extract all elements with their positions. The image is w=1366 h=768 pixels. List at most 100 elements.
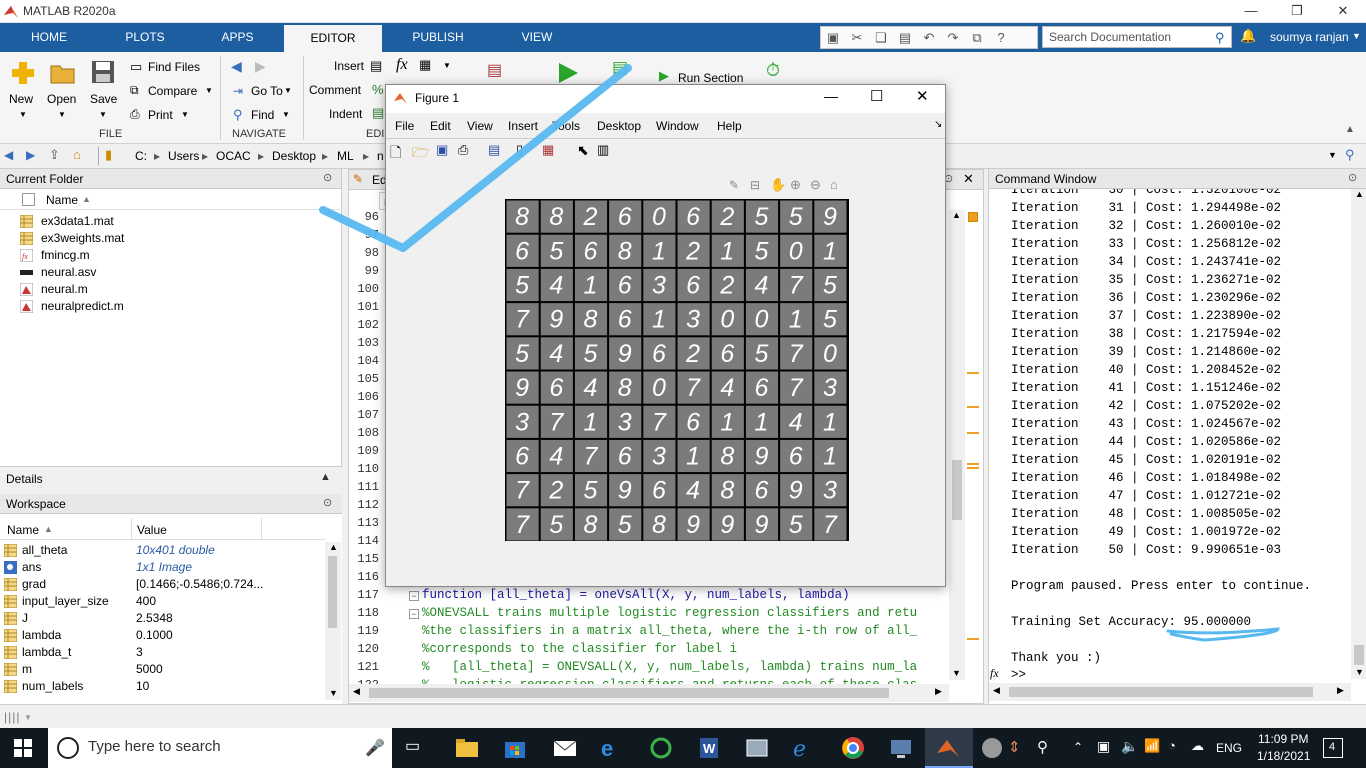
crumb-ocac[interactable]: OCAC bbox=[216, 149, 251, 163]
expand-details-icon[interactable]: ▲ bbox=[320, 471, 331, 483]
name-column-header[interactable]: Name bbox=[46, 193, 78, 207]
scroll-left-icon[interactable]: ◀ bbox=[353, 686, 360, 697]
battery-icon[interactable]: ▣ bbox=[1097, 738, 1110, 755]
onedrive-icon[interactable]: ☁ bbox=[1191, 738, 1204, 754]
save-icon[interactable]: ▣ bbox=[821, 27, 845, 48]
paste-icon[interactable]: ▤ bbox=[893, 27, 917, 48]
editor-h-scrollbar[interactable]: ◀ ▶ bbox=[349, 684, 949, 702]
print-figure-icon[interactable]: ⎙ bbox=[458, 142, 468, 158]
scroll-right-icon[interactable]: ▶ bbox=[1337, 685, 1344, 696]
open-file-icon[interactable]: 🗁 bbox=[412, 142, 429, 166]
function-browser-icon[interactable]: fx bbox=[990, 666, 999, 681]
details-panel[interactable]: Details ▲ bbox=[0, 466, 342, 494]
dock-figure-icon[interactable]: ↘ bbox=[934, 119, 942, 130]
scroll-thumb[interactable] bbox=[952, 460, 962, 520]
print-button[interactable]: Print bbox=[148, 108, 173, 122]
go-to-button[interactable]: Go To bbox=[251, 84, 283, 98]
warning-marker[interactable] bbox=[967, 638, 979, 640]
save-dropdown-icon[interactable]: ▼ bbox=[99, 110, 107, 119]
notification-bell-icon[interactable]: 🔔 bbox=[1240, 28, 1256, 44]
figure-menu-desktop[interactable]: Desktop bbox=[597, 119, 641, 133]
warning-marker[interactable] bbox=[967, 467, 979, 469]
insert-function-icon[interactable]: ▦ bbox=[419, 57, 431, 73]
clock-date[interactable]: 1/18/2021 bbox=[1257, 749, 1310, 763]
network-icon[interactable]: 📶 bbox=[1144, 738, 1160, 754]
search-icon[interactable]: ⚲ bbox=[1215, 30, 1225, 46]
figure-menu-file[interactable]: File bbox=[395, 119, 414, 133]
tab-view[interactable]: VIEW bbox=[510, 23, 564, 52]
chrome-icon[interactable] bbox=[841, 736, 865, 760]
address-dropdown-icon[interactable]: ▼ bbox=[1328, 150, 1337, 160]
tab-publish[interactable]: PUBLISH bbox=[405, 23, 471, 52]
restore-button[interactable]: ❐ bbox=[1274, 0, 1320, 23]
code-fold-icon[interactable]: − bbox=[409, 609, 419, 619]
scroll-up-icon[interactable]: ▲ bbox=[329, 542, 338, 552]
zoom-out-icon[interactable]: ⊖ bbox=[810, 177, 821, 193]
figure-window[interactable]: Figure 1 — ☐ ✕ File Edit View Insert Too… bbox=[385, 84, 946, 587]
open-button[interactable]: Open bbox=[47, 92, 76, 106]
comment-button[interactable]: Comment bbox=[309, 83, 361, 97]
comment-icon[interactable]: % bbox=[372, 82, 384, 97]
clock-time[interactable]: 11:09 PM bbox=[1258, 732, 1308, 746]
matlab-taskbar-button[interactable] bbox=[925, 728, 973, 768]
windows-start-icon[interactable] bbox=[14, 739, 32, 757]
search-folder-icon[interactable]: ⚲ bbox=[1345, 147, 1355, 163]
scroll-down-icon[interactable]: ▼ bbox=[329, 688, 338, 698]
figure-menu-edit[interactable]: Edit bbox=[430, 119, 451, 133]
crumb-n[interactable]: n bbox=[377, 149, 384, 163]
scroll-left-icon[interactable]: ◀ bbox=[993, 685, 1000, 696]
scroll-up-icon[interactable]: ▲ bbox=[1355, 189, 1364, 199]
find-dropdown-icon[interactable]: ▼ bbox=[282, 110, 290, 119]
word-icon[interactable]: W bbox=[697, 736, 721, 760]
photos-app-icon[interactable] bbox=[745, 736, 769, 760]
people-icon[interactable]: ⚲ bbox=[1037, 738, 1048, 756]
crumb-users[interactable]: Users bbox=[168, 149, 199, 163]
value-column-header[interactable]: Value bbox=[137, 523, 167, 537]
switch-windows-icon[interactable]: ⧉ bbox=[965, 27, 989, 48]
insert-legend-icon[interactable]: ▦ bbox=[542, 142, 554, 158]
browse-folder-icon[interactable]: ⌂ bbox=[73, 147, 81, 162]
forward-arrow-icon[interactable]: ▶ bbox=[255, 58, 266, 75]
find-files-button[interactable]: Find Files bbox=[148, 60, 200, 74]
new-figure-icon[interactable]: 🗋 bbox=[390, 142, 401, 166]
compare-button[interactable]: Compare bbox=[148, 84, 197, 98]
command-scrollbar[interactable]: ▲ ▼ bbox=[1351, 189, 1366, 679]
file-explorer-icon[interactable] bbox=[455, 736, 479, 760]
indent-button[interactable]: Indent bbox=[329, 107, 362, 121]
taskbar-search-box[interactable]: Type here to search bbox=[48, 728, 392, 768]
back-arrow-icon[interactable]: ◀ bbox=[231, 58, 242, 75]
panel-options-icon[interactable]: ⊙ bbox=[323, 171, 332, 184]
microsoft-store-icon[interactable] bbox=[503, 736, 527, 760]
insert-section-icon[interactable]: ▤ bbox=[370, 58, 382, 74]
warning-marker[interactable] bbox=[967, 372, 979, 374]
figure-menu-view[interactable]: View bbox=[467, 119, 493, 133]
tab-plots[interactable]: PLOTS bbox=[115, 23, 175, 52]
crumb-ml[interactable]: ML bbox=[337, 149, 354, 163]
collapse-ribbon-icon[interactable]: ▲ bbox=[1345, 124, 1355, 135]
insert-dropdown-icon[interactable]: ▼ bbox=[443, 61, 451, 70]
minimize-button[interactable]: — bbox=[1228, 0, 1274, 23]
crumb-c[interactable]: C: bbox=[135, 149, 147, 163]
input-language[interactable]: ENG bbox=[1216, 741, 1242, 755]
copy-icon[interactable]: ❏ bbox=[869, 27, 893, 48]
volume-muted-icon[interactable]: 🔈 bbox=[1121, 738, 1138, 755]
figure-menu-insert[interactable]: Insert bbox=[508, 119, 538, 133]
workspace-variable-row[interactable]: lambda 0.1000 bbox=[0, 627, 325, 644]
scroll-thumb[interactable] bbox=[328, 556, 337, 628]
figure-menu-tools[interactable]: Tools bbox=[552, 119, 580, 133]
workspace-variable-row[interactable]: J 2.5348 bbox=[0, 610, 325, 627]
user-account-menu[interactable]: soumya ranjan bbox=[1270, 30, 1349, 44]
wifi-icon[interactable]: ◔ bbox=[1168, 738, 1176, 753]
property-inspector-icon[interactable]: ▥ bbox=[597, 142, 609, 158]
insert-button[interactable]: Insert bbox=[334, 59, 364, 73]
breakpoints-icon[interactable]: ▤ bbox=[487, 60, 502, 80]
indent-icon[interactable]: ▤ bbox=[372, 105, 384, 121]
tab-editor[interactable]: EDITOR bbox=[284, 25, 382, 52]
workspace-scrollbar[interactable]: ▲ ▼ bbox=[325, 542, 341, 700]
figure-minimize-button[interactable]: — bbox=[824, 88, 838, 104]
workspace-variable-row[interactable]: ans 1x1 Image bbox=[0, 559, 325, 576]
cut-icon[interactable]: ✂ bbox=[845, 27, 869, 48]
microphone-icon[interactable]: 🎤 bbox=[365, 738, 385, 758]
figure-menu-help[interactable]: Help bbox=[717, 119, 742, 133]
link-plot-icon[interactable]: ▤ bbox=[488, 142, 500, 158]
